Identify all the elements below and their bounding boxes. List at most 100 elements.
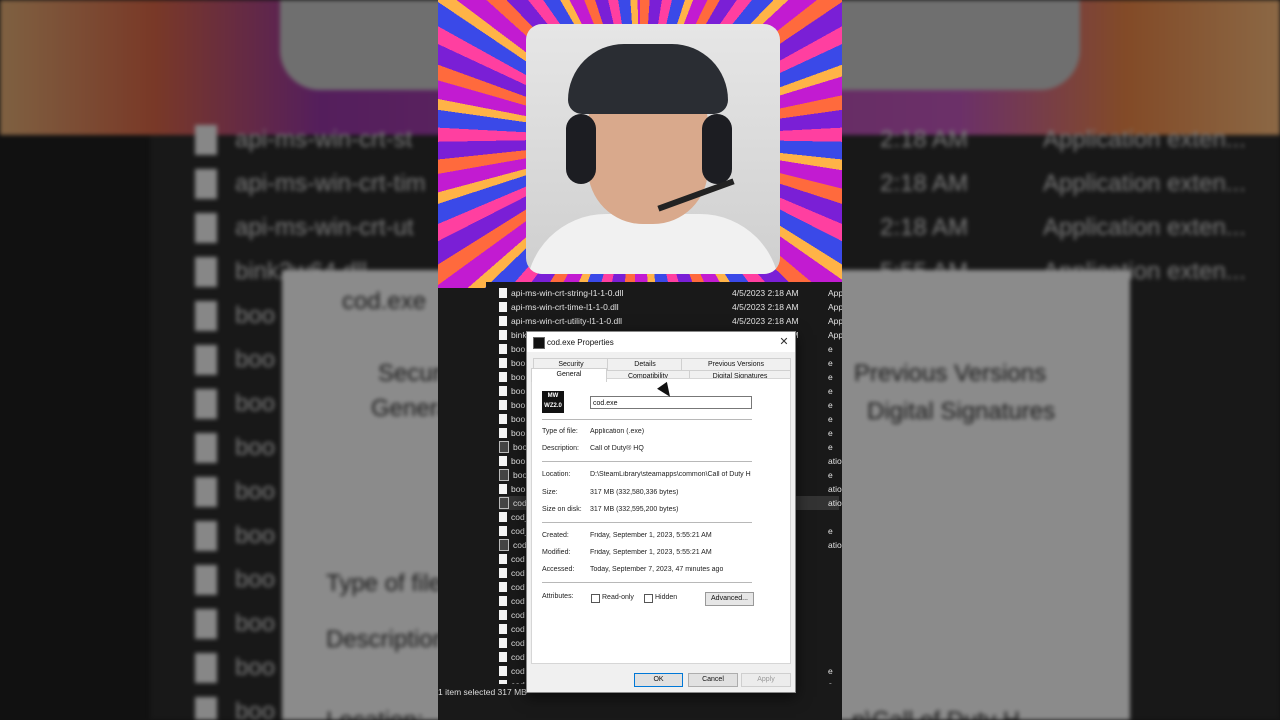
background-label: Type of file: [326, 570, 449, 597]
file-icon [499, 428, 507, 438]
close-icon[interactable]: ✕ [777, 335, 791, 349]
person-cap [568, 44, 728, 114]
size-on-disk-value: 317 MB (332,595,200 bytes) [590, 506, 679, 513]
file-name: cod [511, 638, 525, 648]
modified-value: Friday, September 1, 2023, 5:55:21 AM [590, 549, 712, 556]
background-file-row: boo [195, 604, 275, 644]
size-label: Size: [542, 489, 558, 496]
file-type: e [828, 526, 833, 536]
headset-left-icon [566, 114, 596, 184]
file-type: e [828, 372, 833, 382]
background-file-row: api-ms-win-crt-st [195, 120, 412, 160]
file-icon [499, 358, 507, 368]
size-on-disk-label: Size on disk: [542, 506, 582, 513]
background-file-name: api-ms-win-crt-tim [235, 170, 426, 197]
description-value: Call of Duty® HQ [590, 445, 644, 452]
file-icon [499, 610, 507, 620]
file-icon [499, 372, 507, 382]
background-dialog-title: cod.exe [342, 288, 427, 315]
file-type: e [828, 470, 833, 480]
icon-text-bottom: WZ2.0 [544, 403, 562, 409]
file-name: boo [511, 414, 526, 424]
apply-button[interactable]: Apply [741, 673, 791, 687]
background-file-icon [195, 653, 217, 683]
file-icon [499, 638, 507, 648]
background-label: Location: [326, 707, 423, 720]
file-icon [499, 288, 507, 298]
background-label: Description [326, 626, 447, 653]
file-name: cod [511, 554, 525, 564]
background-file-name: boo [235, 302, 276, 329]
file-icon [499, 666, 507, 676]
background-file-row: boo [195, 472, 275, 512]
dialog-titlebar[interactable]: cod.exe Properties ✕ [527, 332, 795, 352]
background-file-icon [195, 697, 217, 720]
file-icon [499, 316, 507, 326]
file-name: boo [511, 428, 526, 438]
background-file-row: api-ms-win-crt-tim [195, 164, 426, 204]
divider [542, 461, 752, 462]
filename-input[interactable]: cod.exe [590, 396, 752, 409]
background-file-icon [195, 609, 217, 639]
background-tab: Secur [378, 360, 441, 387]
file-type: e [828, 400, 833, 410]
file-name: boo [511, 400, 526, 410]
headset-right-icon [702, 114, 732, 184]
file-icon [499, 497, 509, 509]
background-file-icon [195, 565, 217, 595]
background-file-icon [195, 125, 217, 155]
file-name: cod [511, 610, 525, 620]
background-file-time: 2:18 AM [880, 214, 969, 241]
file-icon [499, 596, 507, 606]
background-file-row: boo [195, 692, 275, 720]
file-type: ation [828, 484, 842, 494]
file-name: cod [511, 568, 525, 578]
file-type: e [828, 386, 833, 396]
file-name: cod [511, 652, 525, 662]
type-value: Application (.exe) [590, 428, 645, 435]
readonly-checkbox[interactable] [591, 594, 600, 603]
location-value: D:\SteamLibrary\steamapps\common\Call of… [590, 471, 751, 478]
file-name: api-ms-win-crt-string-l1-1-0.dll [511, 288, 624, 298]
file-modified: 4/5/2023 2:18 AM [732, 316, 799, 326]
tab-general[interactable]: General [531, 368, 607, 382]
file-icon [499, 582, 507, 592]
file-icon [499, 624, 507, 634]
file-type: Application exten... [828, 330, 842, 340]
file-type: e [828, 442, 833, 452]
file-row[interactable]: api-ms-win-crt-time-l1-1-0.dll 4/5/2023 2… [499, 300, 842, 314]
background-tab: Previous Versions [854, 360, 1047, 387]
file-type: ation [828, 456, 842, 466]
readonly-label: Read-only [602, 594, 634, 601]
file-row[interactable]: api-ms-win-crt-utility-l1-1-0.dll 4/5/202… [499, 314, 842, 328]
file-row[interactable]: api-ms-win-crt-string-l1-1-0.dll 4/5/2023… [499, 286, 842, 300]
background-file-name: boo [235, 698, 276, 720]
background-file-time: 2:18 AM [880, 170, 969, 197]
file-name: boo [511, 484, 526, 494]
type-label: Type of file: [542, 428, 578, 435]
file-name: boo [511, 372, 526, 382]
advanced-button[interactable]: Advanced... [705, 592, 754, 606]
background-file-icon [195, 345, 217, 375]
hidden-checkbox[interactable] [644, 594, 653, 603]
background-file-row: boo [195, 560, 275, 600]
webcam-overlay [526, 24, 780, 274]
size-value: 317 MB (332,580,336 bytes) [590, 489, 679, 496]
file-modified: 4/5/2023 2:18 AM [732, 288, 799, 298]
cancel-button[interactable]: Cancel [688, 673, 738, 687]
divider [542, 522, 752, 523]
ok-button[interactable]: OK [634, 673, 683, 687]
description-label: Description: [542, 445, 579, 452]
file-modified: 4/5/2023 2:18 AM [732, 302, 799, 312]
background-file-type: Application exten... [1043, 214, 1246, 241]
tab-previous-versions[interactable]: Previous Versions [681, 358, 791, 370]
background-file-name: boo [235, 434, 276, 461]
background-file-name: api-ms-win-crt-ut [235, 214, 414, 241]
file-icon [499, 386, 507, 396]
tab-details[interactable]: Details [607, 358, 683, 370]
file-name: api-ms-win-crt-utility-l1-1-0.dll [511, 316, 622, 326]
location-label: Location: [542, 471, 571, 478]
file-icon [499, 456, 507, 466]
file-type: ation [828, 540, 842, 550]
background-file-name: boo [235, 522, 276, 549]
